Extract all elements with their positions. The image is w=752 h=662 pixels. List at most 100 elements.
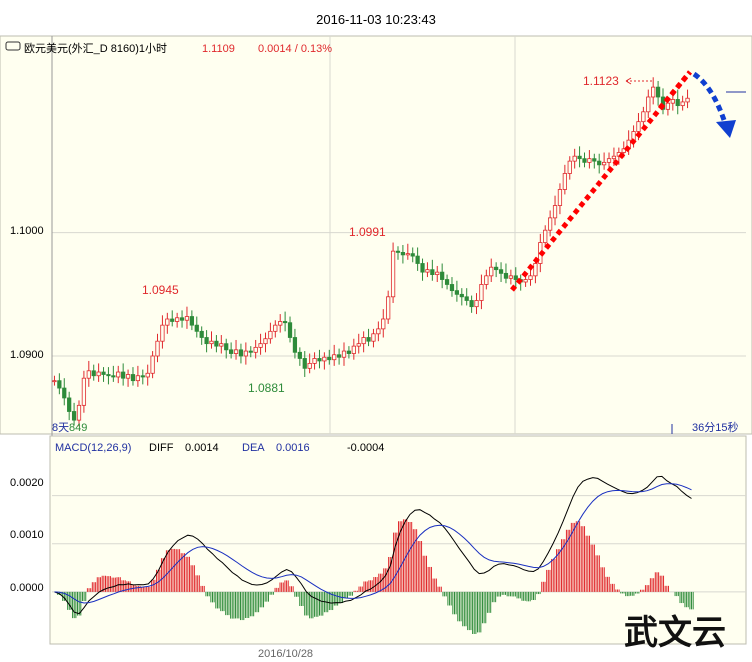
candle [582, 158, 587, 163]
candle [204, 337, 209, 345]
candle [199, 330, 204, 338]
candle [106, 374, 111, 377]
candle [400, 251, 406, 256]
candle [238, 349, 244, 357]
candle [302, 358, 307, 369]
high-annotation: 1.0991 [349, 225, 386, 239]
candle [533, 263, 538, 277]
countdown: 36分15秒 [692, 420, 738, 434]
candle [395, 250, 401, 253]
candle [170, 318, 175, 322]
candle [184, 316, 190, 321]
candle [611, 155, 617, 160]
candle [425, 269, 430, 273]
candle [479, 284, 484, 301]
candle [606, 158, 612, 163]
candle [307, 362, 312, 369]
candle [81, 377, 87, 406]
candle [121, 371, 126, 379]
candle [130, 374, 136, 382]
candle [587, 158, 592, 163]
candle [513, 275, 518, 280]
candle [685, 97, 690, 103]
price-tick: 1.1000 [10, 225, 44, 237]
candle [282, 321, 288, 324]
candle [145, 372, 150, 378]
candle [651, 86, 656, 98]
candle [125, 374, 131, 379]
candle [670, 99, 675, 104]
candle [155, 340, 160, 357]
candle [351, 345, 356, 354]
candle [641, 111, 646, 123]
candle [655, 86, 661, 98]
candle [165, 318, 170, 326]
candle [366, 337, 371, 342]
macd-tick: 0.0000 [10, 582, 44, 594]
candle [243, 350, 248, 357]
candle [498, 269, 504, 274]
candle [273, 324, 278, 332]
candle [214, 340, 219, 347]
dea-label: DEA [242, 442, 265, 454]
candle [405, 253, 410, 256]
macd-value: -0.0004 [347, 442, 384, 454]
candle [503, 272, 509, 279]
candle [597, 160, 602, 166]
candle [71, 411, 77, 421]
candle [111, 375, 116, 378]
candle [557, 189, 563, 206]
candle [135, 375, 141, 382]
peak-annotation: 1.1123 [583, 74, 619, 88]
candle [229, 349, 234, 354]
candle [430, 269, 435, 275]
candle [209, 340, 214, 345]
left-range-value: 849 [69, 422, 87, 434]
candle [459, 293, 464, 298]
candle [67, 397, 72, 412]
candle [508, 275, 513, 279]
candle [386, 296, 391, 320]
candle [52, 380, 57, 383]
candle [435, 271, 440, 275]
instrument-name: 欧元美元(外汇_D 8160)1小时 [24, 42, 167, 55]
candle [474, 300, 479, 308]
watermark-signature: 武文云 [624, 613, 726, 653]
candle [175, 317, 180, 322]
macd-tick: 0.0020 [10, 477, 44, 489]
candle [371, 333, 376, 342]
candle [140, 375, 145, 378]
high-annotation: 1.0945 [142, 283, 179, 297]
candle [454, 290, 460, 295]
dea-value: 0.0016 [276, 442, 310, 454]
candle [346, 350, 352, 354]
candle [489, 266, 494, 277]
candle [62, 387, 67, 399]
candle [268, 330, 273, 340]
candle [636, 121, 641, 132]
candle [332, 354, 337, 361]
candle [381, 318, 386, 330]
candle [449, 284, 455, 292]
candle [189, 316, 194, 326]
price-change: 0.0014 / 0.13% [258, 43, 332, 55]
macd-tick: 0.0010 [10, 529, 44, 541]
candle [567, 160, 572, 174]
candle [376, 328, 381, 335]
candle [96, 371, 101, 377]
candle [601, 161, 607, 166]
candle [292, 337, 298, 353]
candle [224, 343, 229, 351]
candle [675, 99, 680, 107]
candle [317, 358, 322, 362]
candle [420, 263, 425, 273]
candle [263, 338, 268, 345]
candle [297, 351, 302, 359]
x-axis-date: 2016/10/28 [258, 648, 313, 660]
diff-label: DIFF [149, 442, 174, 454]
candle [160, 324, 165, 342]
candle [356, 343, 361, 347]
candle [562, 173, 567, 190]
candle [278, 321, 283, 326]
candle [322, 356, 327, 362]
